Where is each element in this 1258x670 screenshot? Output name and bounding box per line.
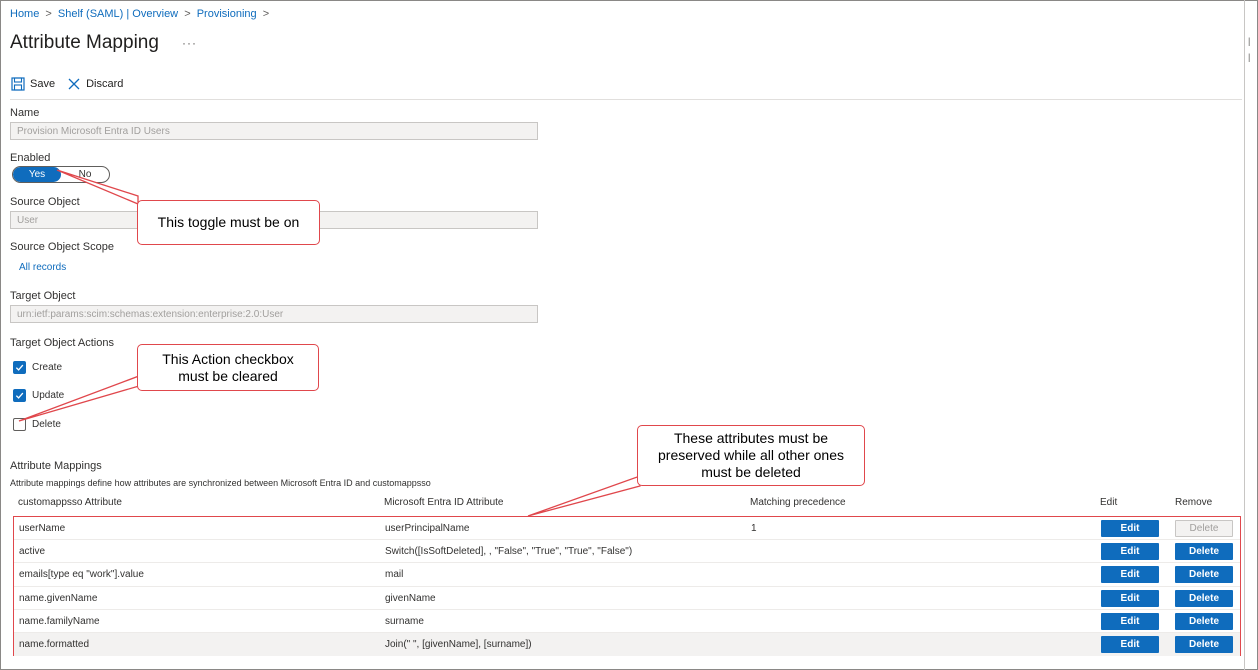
create-label: Create — [32, 362, 63, 373]
name-field: Provision Microsoft Entra ID Users — [10, 122, 538, 140]
discard-button[interactable]: Discard — [67, 77, 123, 91]
breadcrumb-home[interactable]: Home — [10, 8, 39, 20]
save-button[interactable]: Save — [11, 77, 55, 91]
source-attribute: Join(" ", [givenName], [surname]) — [385, 639, 532, 650]
enabled-toggle[interactable]: Yes No — [12, 166, 110, 183]
delete-checkbox[interactable] — [13, 418, 26, 431]
header-remove: Remove — [1175, 497, 1213, 508]
checkbox-callout-line: This Action checkbox — [162, 350, 294, 367]
delete-action: Delete — [13, 418, 61, 431]
checkmark-icon — [15, 364, 24, 371]
delete-button[interactable]: Delete — [1175, 589, 1233, 607]
header-target-attribute: customappsso Attribute — [18, 497, 122, 508]
checkbox-callout-line: must be cleared — [178, 367, 278, 384]
target-attribute: name.familyName — [19, 615, 100, 627]
edit-button[interactable]: Edit — [1101, 636, 1159, 653]
edit-button[interactable]: Edit — [1101, 520, 1159, 537]
delete-button[interactable]: Delete — [1175, 636, 1233, 653]
checkmark-icon — [15, 392, 24, 399]
edit-button[interactable]: Edit — [1101, 566, 1159, 584]
source-object-label: Source Object — [10, 196, 80, 208]
target-attribute: name.formatted — [19, 639, 90, 650]
breadcrumb-separator: > — [262, 8, 270, 20]
discard-label: Discard — [86, 78, 124, 90]
header-source-attribute: Microsoft Entra ID Attribute — [384, 497, 504, 508]
toggle-callout: This toggle must be on — [137, 200, 320, 245]
attributes-callout-line: preserved while all other ones — [658, 447, 844, 464]
table-row: name.familyName surname Edit Delete — [14, 610, 1240, 633]
name-label: Name — [10, 107, 40, 119]
toggle-yes[interactable]: Yes — [13, 167, 61, 182]
scroll-mark: | — [1248, 36, 1251, 46]
breadcrumb-provisioning[interactable]: Provisioning — [197, 8, 257, 20]
command-bar: Save Discard — [11, 77, 135, 91]
target-attribute: name.givenName — [19, 592, 98, 604]
checkbox-callout: This Action checkbox must be cleared — [137, 344, 319, 391]
attributes-callout-line: must be deleted — [701, 463, 801, 480]
breadcrumb-app-overview[interactable]: Shelf (SAML) | Overview — [58, 8, 178, 20]
panel-edge — [1244, 0, 1245, 670]
toggle-no[interactable]: No — [61, 167, 109, 182]
close-icon — [67, 77, 81, 91]
breadcrumb-separator: > — [184, 8, 191, 20]
header-matching-precedence: Matching precedence — [750, 497, 846, 508]
scroll-mark: | — [1248, 52, 1251, 62]
matching-precedence: 1 — [751, 523, 757, 534]
source-attribute: givenName — [385, 592, 436, 604]
mappings-title: Attribute Mappings — [10, 460, 102, 472]
table-row: active Switch([IsSoftDeleted], , "False"… — [14, 540, 1240, 564]
breadcrumb: Home > Shelf (SAML) | Overview > Provisi… — [10, 8, 272, 20]
table-row: userName userPrincipalName 1 Edit Delete — [14, 517, 1240, 541]
edit-button[interactable]: Edit — [1101, 589, 1159, 607]
toolbar-divider — [10, 99, 1242, 100]
target-attribute: active — [19, 546, 46, 558]
delete-label: Delete — [32, 419, 61, 430]
target-object-label: Target Object — [10, 290, 76, 302]
source-attribute: Switch([IsSoftDeleted], , "False", "True… — [385, 546, 633, 558]
target-actions-label: Target Object Actions — [10, 337, 114, 349]
page-title: Attribute Mapping — [10, 32, 159, 53]
source-scope-label: Source Object Scope — [10, 241, 114, 253]
enabled-label: Enabled — [10, 152, 51, 164]
delete-button: Delete — [1175, 520, 1233, 537]
update-checkbox[interactable] — [13, 389, 26, 402]
save-icon — [11, 77, 25, 91]
mappings-description: Attribute mappings define how attributes… — [10, 478, 431, 488]
target-attribute: userName — [19, 523, 66, 534]
attributes-callout: These attributes must be preserved while… — [637, 425, 865, 486]
source-attribute: surname — [385, 615, 424, 627]
target-attribute: emails[type eq "work"].value — [19, 569, 144, 581]
delete-button[interactable]: Delete — [1175, 543, 1233, 561]
update-action: Update — [13, 389, 64, 402]
delete-button[interactable]: Delete — [1175, 612, 1233, 630]
save-label: Save — [30, 78, 56, 90]
breadcrumb-separator: > — [45, 8, 52, 20]
source-attribute: mail — [385, 569, 404, 581]
edit-button[interactable]: Edit — [1101, 543, 1159, 561]
header-edit: Edit — [1100, 497, 1118, 508]
target-object-field: urn:ietf:params:scim:schemas:extension:e… — [10, 305, 538, 323]
update-label: Update — [32, 390, 65, 401]
delete-button[interactable]: Delete — [1175, 566, 1233, 584]
table-row: emails[type eq "work"].value mail Edit D… — [14, 563, 1240, 587]
attributes-callout-line: These attributes must be — [673, 430, 829, 447]
create-action: Create — [13, 361, 62, 374]
mappings-table: userName userPrincipalName 1 Edit Delete… — [13, 516, 1241, 657]
table-row: name.givenName givenName Edit Delete — [14, 587, 1240, 610]
source-attribute: userPrincipalName — [385, 523, 470, 534]
more-options-button[interactable]: ··· — [182, 36, 197, 50]
edit-button[interactable]: Edit — [1101, 612, 1159, 630]
toggle-callout-text: This toggle must be on — [157, 214, 300, 231]
source-scope-link[interactable]: All records — [19, 262, 66, 273]
create-checkbox[interactable] — [13, 361, 26, 374]
table-row: name.formatted Join(" ", [givenName], [s… — [14, 633, 1240, 657]
